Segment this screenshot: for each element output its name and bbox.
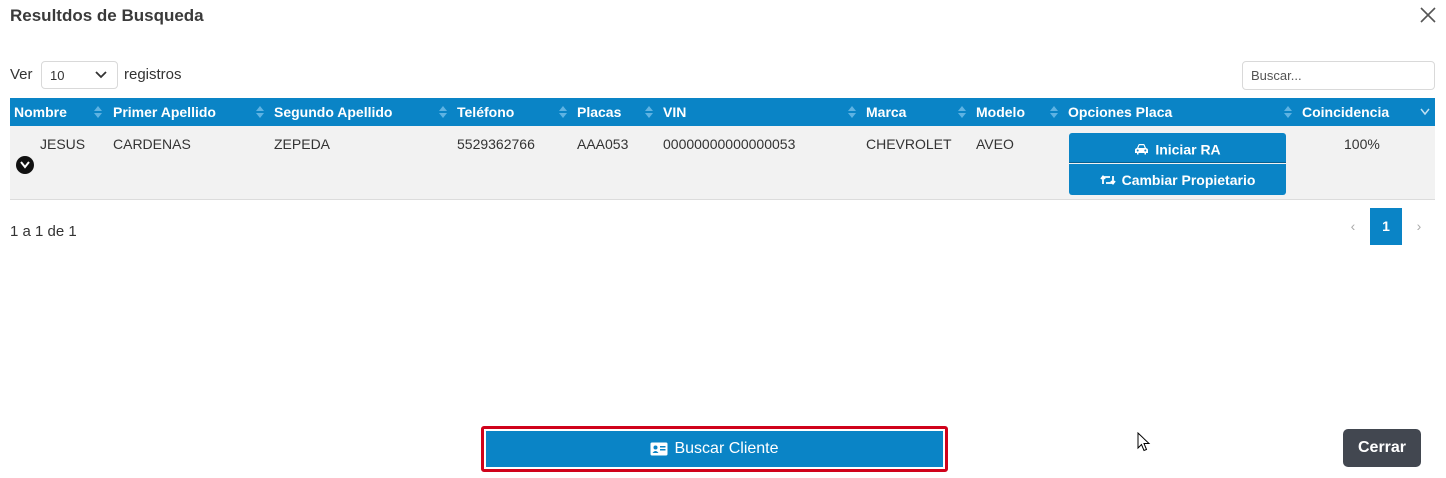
cell-marca: CHEVROLET: [866, 136, 952, 152]
sort-icon: [439, 106, 447, 118]
column-header-label: Nombre: [14, 104, 67, 120]
column-header-label: Teléfono: [457, 104, 515, 120]
column-header-opciones-placa[interactable]: Opciones Placa: [1064, 98, 1298, 126]
cambiar-propietario-label: Cambiar Propietario: [1121, 171, 1256, 188]
pagination-next[interactable]: ›: [1403, 208, 1435, 245]
table-info: 1 a 1 de 1: [10, 223, 77, 240]
table-row: JESUS CARDENAS ZEPEDA 5529362766 AAA053 …: [10, 126, 1435, 200]
sort-icon: [958, 106, 966, 118]
column-header-label: Marca: [866, 104, 907, 120]
column-header-nombre[interactable]: Nombre: [10, 98, 109, 126]
column-header-label: Primer Apellido: [113, 104, 216, 120]
page-length-value: 10: [50, 68, 65, 83]
column-header-label: Placas: [577, 104, 622, 120]
column-header-label: VIN: [663, 104, 687, 120]
iniciar-ra-button[interactable]: Iniciar RA: [1069, 133, 1286, 163]
cell-telefono: 5529362766: [457, 136, 535, 152]
sort-icon: [559, 106, 567, 118]
retweet-icon: [1099, 175, 1116, 186]
page-length-select[interactable]: 10: [41, 61, 118, 89]
mouse-cursor-icon: [1137, 432, 1151, 452]
sort-icon: [1284, 106, 1292, 118]
column-header-label: Modelo: [976, 104, 1025, 120]
cell-coincidencia: 100%: [1344, 136, 1380, 152]
cell-vin: 00000000000000053: [663, 136, 796, 152]
sort-icon: [645, 106, 653, 118]
column-header-label: Coincidencia: [1302, 104, 1390, 120]
sort-desc-icon: [1420, 108, 1430, 116]
buscar-cliente-label: Buscar Cliente: [674, 440, 779, 457]
column-header-coincidencia[interactable]: Coincidencia: [1298, 98, 1435, 126]
cell-primer-apellido: CARDENAS: [113, 136, 191, 152]
column-header-modelo[interactable]: Modelo: [972, 98, 1064, 126]
column-header-segundo-apellido[interactable]: Segundo Apellido: [270, 98, 453, 126]
close-icon[interactable]: [1418, 5, 1438, 25]
column-header-label: Opciones Placa: [1068, 104, 1173, 120]
dialog-title: Resultdos de Busqueda: [10, 6, 204, 25]
buscar-cliente-button[interactable]: Buscar Cliente: [486, 431, 943, 467]
column-header-telefono[interactable]: Teléfono: [453, 98, 573, 126]
chevron-down-icon: [95, 71, 107, 79]
column-header-vin[interactable]: VIN: [659, 98, 862, 126]
car-icon: [1135, 144, 1149, 155]
id-card-icon: [650, 442, 668, 456]
expand-row-icon[interactable]: [16, 156, 34, 174]
length-prefix-label: Ver: [10, 66, 33, 83]
column-header-primer-apellido[interactable]: Primer Apellido: [109, 98, 270, 126]
sort-icon: [848, 106, 856, 118]
search-input[interactable]: [1242, 61, 1435, 90]
column-header-marca[interactable]: Marca: [862, 98, 972, 126]
sort-icon: [94, 106, 102, 118]
pagination-page-1[interactable]: 1: [1370, 208, 1402, 245]
cambiar-propietario-button[interactable]: Cambiar Propietario: [1069, 164, 1286, 195]
iniciar-ra-label: Iniciar RA: [1155, 141, 1221, 158]
cell-segundo-apellido: ZEPEDA: [274, 136, 331, 152]
cell-placas: AAA053: [577, 136, 629, 152]
pagination-prev[interactable]: ‹: [1337, 208, 1369, 245]
column-header-label: Segundo Apellido: [274, 104, 393, 120]
sort-icon: [256, 106, 264, 118]
length-suffix-label: registros: [124, 66, 182, 83]
cell-modelo: AVEO: [976, 136, 1014, 152]
sort-icon: [1050, 106, 1058, 118]
table-header: Nombre Primer Apellido Segundo Apellido …: [10, 98, 1435, 126]
column-header-placas[interactable]: Placas: [573, 98, 659, 126]
cell-nombre: JESUS: [40, 136, 86, 152]
cerrar-button[interactable]: Cerrar: [1343, 429, 1421, 467]
